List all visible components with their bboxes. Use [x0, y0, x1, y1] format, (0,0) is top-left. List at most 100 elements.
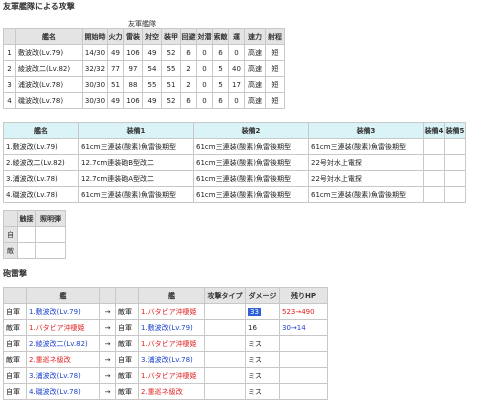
defender-side-cell: 敵軍 — [115, 335, 139, 352]
equip-cell: 1.敷波改(Lv.79) — [3, 138, 79, 155]
fleet-cell: 54 — [142, 60, 162, 77]
equip-row: 4.磯波改(Lv.78) 61cm三連装(酸素)魚雷後期型 61cm三連装(酸素… — [3, 186, 466, 203]
fleet-cell: 17 — [228, 76, 245, 93]
attacker-side-cell: 自軍 — [3, 335, 27, 352]
equip-cell — [444, 154, 466, 171]
fleet-cell: 磯波改(Lv.78) — [15, 92, 83, 109]
damage-cell: ミス — [245, 383, 280, 400]
fleet-cell: 97 — [123, 60, 143, 77]
equip-row: 3.浦波改(Lv.78) 12.7cm連装砲A型改二 61cm三連装(酸素)魚雷… — [3, 170, 466, 187]
fleet-cell: 77 — [107, 60, 124, 77]
contact-side-cell: 自 — [3, 226, 18, 243]
section-title-torpedo: 砲雷撃 — [3, 269, 27, 278]
contact-cell — [35, 242, 66, 259]
arrow-cell: → — [99, 335, 116, 352]
equip-cell — [423, 186, 445, 203]
equip-row: 1.敷波改(Lv.79) 61cm三連装(酸素)魚雷後期型 61cm三連装(酸素… — [3, 138, 466, 155]
equip-cell: 61cm三連装(酸素)魚雷後期型 — [308, 138, 424, 155]
equip-cell: 12.7cm連装砲B型改二 — [78, 154, 194, 171]
damage-cell: 33 — [245, 303, 280, 320]
fleet-cell: 40 — [228, 60, 245, 77]
fleet-header-cell — [3, 28, 16, 45]
equip-cell: 61cm三連装(酸素)魚雷後期型 — [78, 138, 194, 155]
attack-table: 艦 艦 攻撃タイプ ダメージ 残りHP 自軍 1.敷波改(Lv.79) → 敵軍 1.バ… — [3, 287, 328, 400]
damage-value: 33 — [248, 307, 261, 316]
attack-row: 自軍 4.磯波改(Lv.78) → 敵軍 2.重巡ネ級改 ミス — [3, 383, 328, 400]
fleet-cell: 5 — [212, 76, 229, 93]
damage-value: ミス — [248, 371, 262, 380]
attacker-ship-cell: 1.バタビア沖棲姫 — [26, 319, 100, 336]
fleet-row: 2 綾波改二(Lv.82) 32/32 77 97 54 55 2 0 5 40… — [3, 60, 285, 77]
fleet-cell: 2 — [3, 60, 16, 77]
attack-type-cell — [204, 319, 246, 336]
contact-table: 触接 照明弾 自 敵 — [3, 210, 66, 259]
fleet-cell: 6 — [212, 44, 229, 61]
attack-header-cell — [115, 287, 139, 304]
fleet-cell: 52 — [161, 44, 181, 61]
defender-ship-cell: 1.バタビア沖棲姫 — [138, 303, 205, 320]
attacker-side-cell: 敵軍 — [3, 351, 27, 368]
fleet-header-cell: 対空 — [142, 28, 162, 45]
fleet-cell: 0 — [196, 44, 213, 61]
remaining-hp-cell: 523→490 — [279, 303, 328, 320]
damage-value: ミス — [248, 355, 262, 364]
damage-cell: 16 — [245, 319, 280, 336]
arrow-cell: → — [99, 303, 116, 320]
equip-cell — [444, 186, 466, 203]
equip-cell: 61cm三連装(酸素)魚雷後期型 — [193, 138, 309, 155]
contact-cell — [17, 242, 36, 259]
defender-side-cell: 敵軍 — [115, 367, 139, 384]
fleet-cell: 高速 — [244, 60, 266, 77]
damage-cell: ミス — [245, 367, 280, 384]
defender-ship-cell: 2.重巡ネ級改 — [138, 383, 205, 400]
attack-type-cell — [204, 335, 246, 352]
equip-cell — [423, 170, 445, 187]
attacker-ship-cell: 2.重巡ネ級改 — [26, 351, 100, 368]
fleet-cell: 浦波改(Lv.78) — [15, 76, 83, 93]
attacker-side-cell: 自軍 — [3, 367, 27, 384]
fleet-cell: 55 — [161, 60, 181, 77]
equip-header-cell: 装備3 — [308, 122, 424, 139]
damage-cell: ミス — [245, 335, 280, 352]
contact-cell — [35, 226, 66, 243]
defender-side-cell: 自軍 — [115, 351, 139, 368]
attacker-ship-cell: 4.磯波改(Lv.78) — [26, 383, 100, 400]
arrow-cell: → — [99, 383, 116, 400]
defender-side-cell: 敵軍 — [115, 303, 139, 320]
fleet-cell: 30/30 — [82, 76, 108, 93]
equip-cell: 61cm三連装(酸素)魚雷後期型 — [308, 186, 424, 203]
fleet-cell: 88 — [123, 76, 143, 93]
equip-header-cell: 装備1 — [78, 122, 194, 139]
fleet-header-cell: 対潜 — [196, 28, 213, 45]
fleet-cell: 6 — [180, 92, 197, 109]
attack-row: 敵軍 2.重巡ネ級改 → 自軍 3.浦波改(Lv.78) ミス — [3, 351, 328, 368]
equip-cell — [444, 138, 466, 155]
equip-header-cell: 艦名 — [3, 122, 79, 139]
attack-type-cell — [204, 367, 246, 384]
equip-header-cell: 装備5 — [444, 122, 466, 139]
arrow-cell: → — [99, 367, 116, 384]
fleet-cell: 49 — [142, 44, 162, 61]
arrow-cell: → — [99, 319, 116, 336]
fleet-cell: 0 — [228, 92, 245, 109]
equip-cell: 3.浦波改(Lv.78) — [3, 170, 79, 187]
fleet-cell: 30/30 — [82, 92, 108, 109]
fleet-header-cell: 火力 — [107, 28, 124, 45]
fleet-cell: 0 — [196, 76, 213, 93]
fleet-header-cell: 開始時 — [82, 28, 108, 45]
equip-cell: 22号対水上電探 — [308, 170, 424, 187]
fleet-cell: 6 — [180, 44, 197, 61]
defender-ship-cell: 1.敷波改(Lv.79) — [138, 319, 205, 336]
fleet-cell: 2 — [180, 60, 197, 77]
equip-cell — [444, 170, 466, 187]
fleet-stats-table: 艦名 開始時 火力 雷装 対空 装甲 回避 対潜 索敵 運 速力 射程 1 敷波… — [3, 28, 285, 109]
attack-header-cell: 艦 — [26, 287, 100, 304]
equip-cell — [423, 138, 445, 155]
attack-header-cell — [99, 287, 116, 304]
contact-header-cell: 触接 — [17, 210, 36, 227]
fleet-cell: 6 — [212, 92, 229, 109]
attack-row: 自軍 3.浦波改(Lv.78) → 敵軍 1.バタビア沖棲姫 ミス — [3, 367, 328, 384]
contact-header-cell: 照明弾 — [35, 210, 66, 227]
attacker-side-cell: 敵軍 — [3, 319, 27, 336]
fleet-header-cell: 装甲 — [161, 28, 181, 45]
